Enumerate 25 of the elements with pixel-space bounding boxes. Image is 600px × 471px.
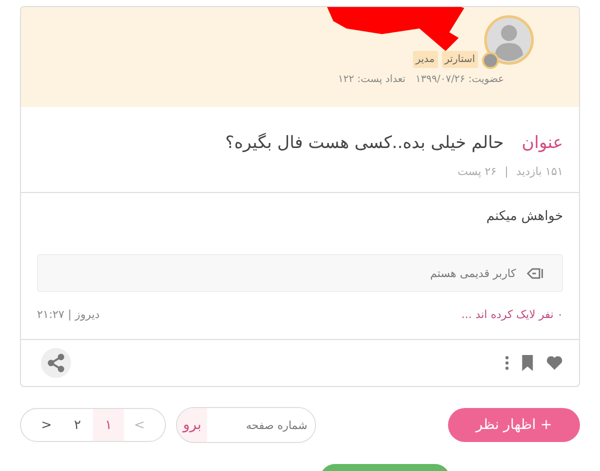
topic-title: حالم خیلی بده..کسی هست فال بگیره؟ bbox=[225, 133, 504, 153]
page-number-field[interactable]: برو شماره صفحه bbox=[176, 407, 316, 443]
view-count: ۱۵۱ بازدید bbox=[516, 165, 563, 178]
pen-icon bbox=[526, 268, 544, 278]
signature-text: کاربر قدیمی هستم bbox=[430, 266, 516, 280]
post-count: ۲۶ پست bbox=[458, 165, 497, 178]
topic-label: عنوان bbox=[522, 133, 563, 153]
role-badge: مدیر bbox=[412, 51, 438, 68]
reply-button[interactable]: + اظهار نظر bbox=[448, 408, 580, 442]
avatar-icon[interactable] bbox=[484, 15, 534, 65]
post-date: دیروز | ۲۱:۲۷ bbox=[37, 308, 100, 321]
heart-icon[interactable] bbox=[546, 355, 563, 371]
post-count: تعداد پست: ۱۲۲ bbox=[338, 74, 406, 85]
go-button[interactable]: برو bbox=[177, 408, 208, 442]
bookmark-icon[interactable] bbox=[519, 355, 536, 371]
more-icon[interactable] bbox=[505, 356, 509, 370]
page-button[interactable]: > bbox=[31, 409, 62, 441]
post-body: خواهش میکنم bbox=[485, 209, 563, 224]
page-button[interactable]: ۱ bbox=[93, 409, 124, 441]
page-button[interactable]: ۲ bbox=[62, 409, 93, 441]
share-icon[interactable] bbox=[41, 348, 71, 378]
separator: | bbox=[504, 165, 508, 178]
likes-link[interactable]: ۰ نفر لایک کرده اند ... bbox=[461, 308, 563, 321]
role-badge: استارتر bbox=[442, 51, 478, 68]
membership-date: عضویت: ۱۳۹۹/۰۷/۲۶ bbox=[415, 74, 504, 85]
